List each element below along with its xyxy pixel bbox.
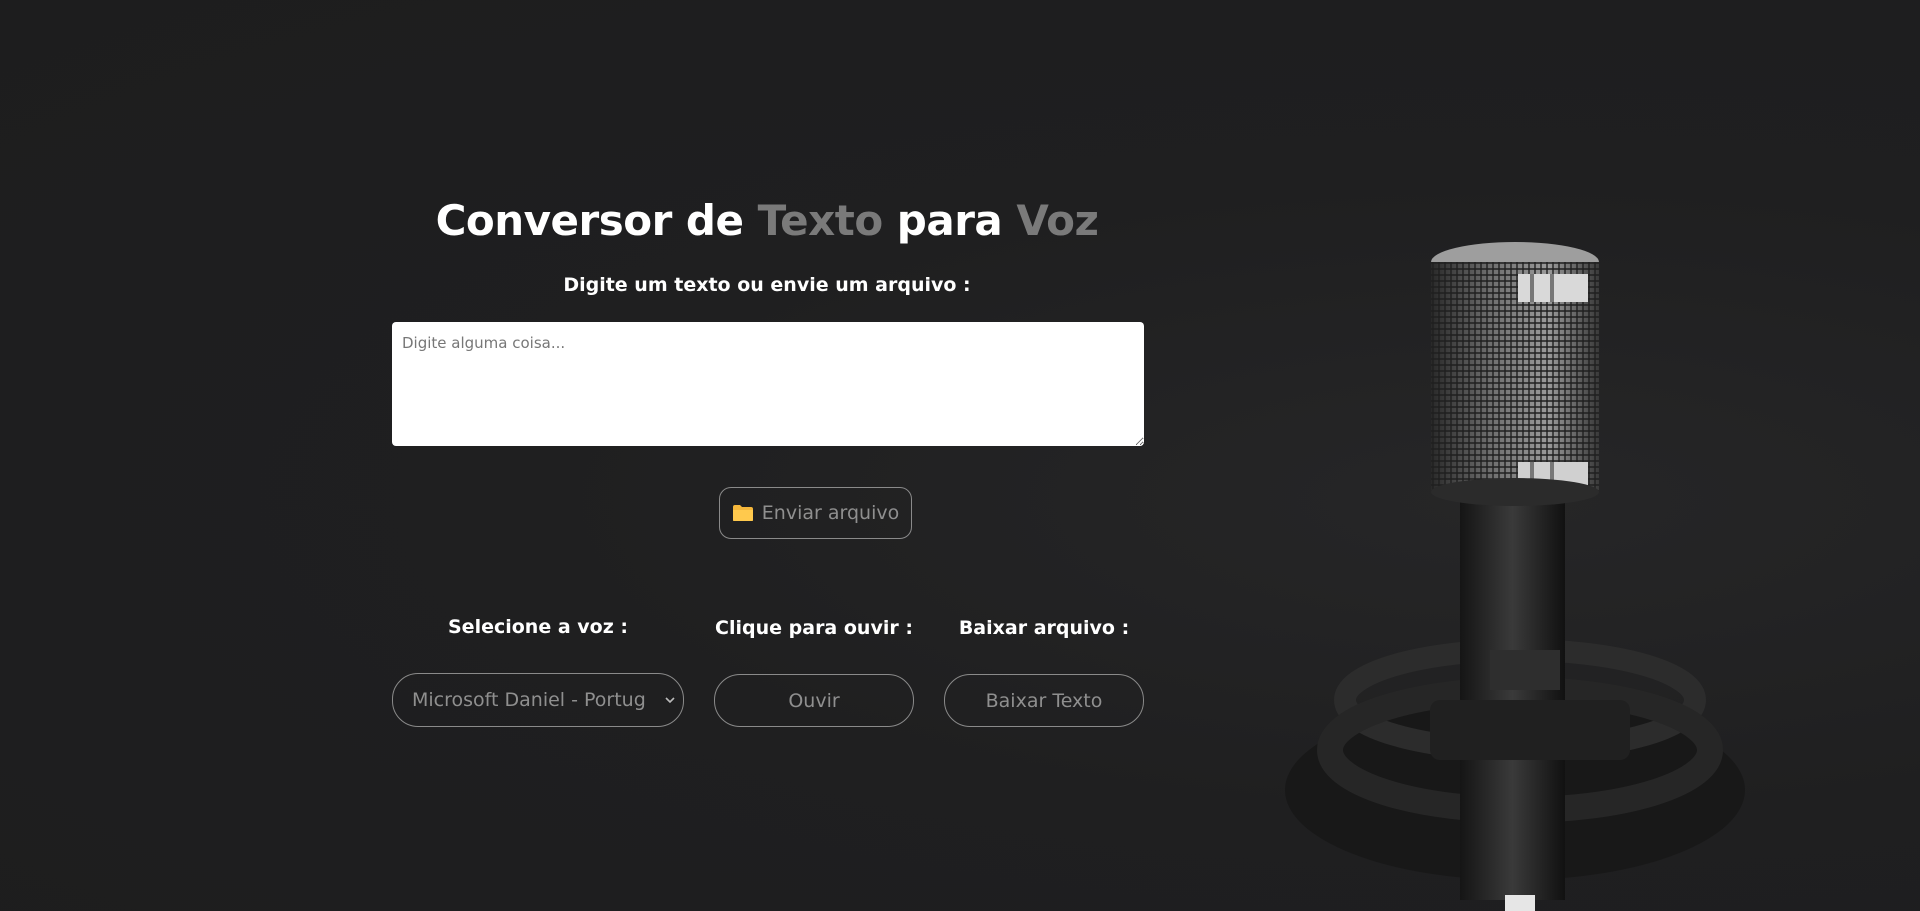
page: Conversor de Texto para Voz Digite um te… — [0, 0, 1920, 911]
folder-icon — [732, 504, 754, 522]
text-input[interactable] — [392, 322, 1144, 446]
input-instruction: Digite um texto ou envie um arquivo : — [563, 274, 971, 296]
upload-file-button[interactable]: Enviar arquivo — [719, 487, 912, 539]
listen-button[interactable]: Ouvir — [714, 674, 914, 727]
download-label: Baixar arquivo : — [958, 617, 1130, 639]
microphone-illustration — [1285, 242, 1745, 911]
download-text-button[interactable]: Baixar Texto — [944, 674, 1144, 727]
page-title: Conversor de Texto para Voz — [392, 196, 1142, 245]
upload-file-label: Enviar arquivo — [761, 502, 900, 524]
title-part-texto: Texto — [757, 196, 884, 245]
title-part-voz: Voz — [1016, 196, 1099, 245]
listen-label: Clique para ouvir : — [715, 617, 913, 639]
voice-select-value: Microsoft Daniel - Portuguese (Brazil) — [412, 689, 647, 711]
title-part-conversor: Conversor de — [435, 196, 758, 245]
title-part-para: para — [882, 196, 1017, 245]
chevron-down-icon — [665, 697, 675, 704]
voice-select-label: Selecione a voz : — [448, 616, 628, 638]
voice-select[interactable]: Microsoft Daniel - Portuguese (Brazil) — [392, 673, 684, 727]
